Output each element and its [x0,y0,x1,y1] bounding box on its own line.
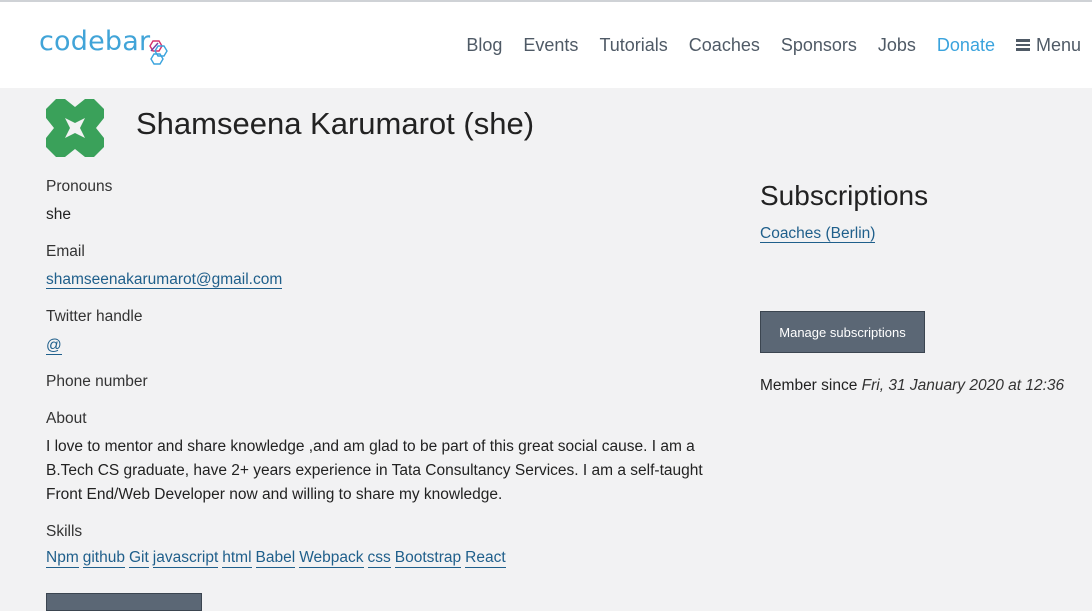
skills-list: Npm github Git javascript html Babel Web… [46,549,510,568]
about-text: I love to mentor and share knowledge ,an… [46,438,703,503]
skill-tag[interactable]: Npm [46,549,79,568]
skill-tag[interactable]: Git [128,549,149,568]
page-title: Shamseena Karumarot (she) [136,106,535,141]
main-nav: Blog Events Tutorials Coaches Sponsors J… [445,34,1081,56]
skill-tag[interactable]: React [465,549,506,568]
codebar-logo[interactable]: codebar [39,26,171,68]
skill-tag[interactable]: html [222,549,252,568]
nav-events[interactable]: Events [523,34,578,56]
member-since-label: Member since [760,377,858,394]
pronouns-label: Pronouns [46,178,113,195]
about-label: About [46,410,87,427]
nav-tutorials[interactable]: Tutorials [599,34,667,56]
pronouns-value: she [46,206,71,223]
menu-label: Menu [1035,35,1081,55]
member-since: Member since Fri, 31 January 2020 at 12:… [760,377,1064,395]
subscription-coaches-berlin-link[interactable]: Coaches (Berlin) [760,225,876,243]
avatar [46,99,104,157]
skill-tag[interactable]: javascript [152,549,219,568]
twitter-label: Twitter handle [46,308,143,325]
email-label: Email [46,243,85,260]
skill-tag[interactable]: Webpack [299,549,364,568]
hamburger-icon [1015,37,1030,53]
email-link[interactable]: shamseenakarumarot@gmail.com [46,271,283,289]
skills-label: Skills [46,523,83,540]
logo-text: codebar [39,26,151,57]
nav-coaches[interactable]: Coaches [689,34,760,56]
menu-button[interactable]: Menu [1015,34,1081,56]
nav-donate[interactable]: Donate [937,34,995,56]
member-since-date: Fri, 31 January 2020 at 12:36 [861,377,1065,394]
site-header: codebar Blog Events Tutorials Coaches Sp… [0,2,1092,88]
manage-subscriptions-button[interactable]: Manage subscriptions [760,311,925,353]
phone-label: Phone number [46,373,148,390]
skill-tag[interactable]: github [82,549,125,568]
twitter-link[interactable]: @ [46,337,62,355]
nav-jobs[interactable]: Jobs [878,34,916,56]
subscriptions-heading: Subscriptions [760,180,929,211]
skill-tag[interactable]: Bootstrap [394,549,462,568]
nav-sponsors[interactable]: Sponsors [781,34,857,56]
skill-tag[interactable]: css [367,549,391,568]
logo-hexagons-icon [149,40,169,65]
bottom-action-button[interactable] [46,593,202,611]
nav-blog[interactable]: Blog [466,34,502,56]
skill-tag[interactable]: Babel [255,549,296,568]
